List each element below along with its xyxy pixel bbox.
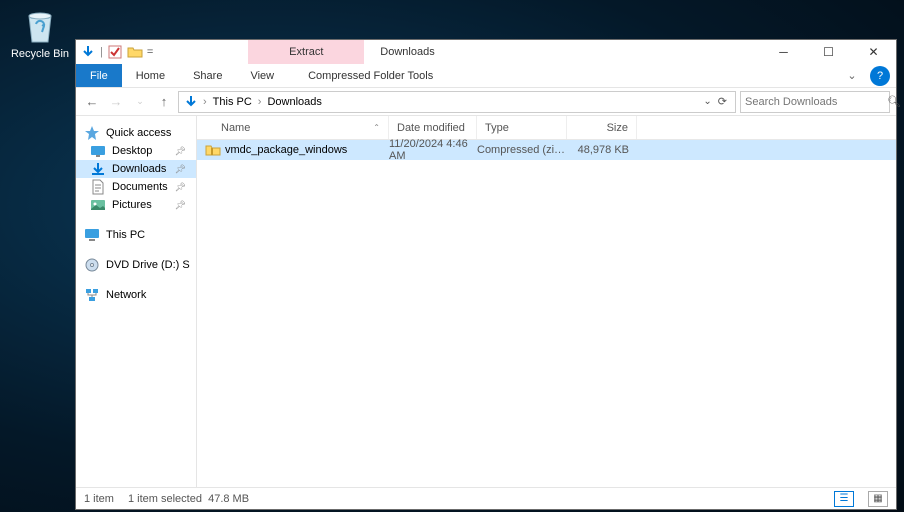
sidebar: Quick access Desktop 📌︎ Downloads 📌︎ Doc… bbox=[76, 116, 197, 487]
tab-file[interactable]: File bbox=[76, 64, 122, 87]
minimize-button[interactable]: ─ bbox=[761, 40, 806, 64]
tab-share[interactable]: Share bbox=[179, 64, 236, 87]
tab-home[interactable]: Home bbox=[122, 64, 179, 87]
sidebar-quick-access[interactable]: Quick access bbox=[76, 124, 196, 142]
sort-asc-icon: ⌃ bbox=[373, 123, 380, 132]
checkbox-icon[interactable] bbox=[107, 44, 123, 60]
sidebar-this-pc[interactable]: This PC bbox=[76, 226, 196, 244]
sidebar-label: Desktop bbox=[112, 145, 152, 157]
document-icon bbox=[90, 179, 106, 195]
help-icon[interactable]: ? bbox=[870, 66, 890, 86]
status-selection: 1 item selected 47.8 MB bbox=[128, 493, 249, 505]
sidebar-network[interactable]: Network bbox=[76, 286, 196, 304]
status-item-count: 1 item bbox=[84, 493, 114, 505]
contextual-tab-extract[interactable]: Extract bbox=[248, 40, 364, 64]
sidebar-downloads[interactable]: Downloads 📌︎ bbox=[76, 160, 196, 178]
breadcrumb[interactable]: › This PC › Downloads ⌄ ⟳ bbox=[178, 91, 736, 113]
file-list: Name⌃ Date modified Type Size vmdc_packa… bbox=[197, 116, 896, 487]
pin-icon: 📌︎ bbox=[175, 200, 186, 211]
recycle-bin[interactable]: Recycle Bin bbox=[2, 0, 78, 60]
network-icon bbox=[84, 287, 100, 303]
col-date[interactable]: Date modified bbox=[389, 116, 477, 139]
ribbon: File Home Share View Compressed Folder T… bbox=[76, 64, 896, 88]
sidebar-desktop[interactable]: Desktop 📌︎ bbox=[76, 142, 196, 160]
recycle-bin-icon bbox=[19, 4, 61, 46]
back-button[interactable]: ← bbox=[82, 92, 102, 112]
column-headers: Name⌃ Date modified Type Size bbox=[197, 116, 896, 140]
file-date: 11/20/2024 4:46 AM bbox=[389, 138, 477, 162]
forward-button[interactable]: → bbox=[106, 92, 126, 112]
star-icon bbox=[84, 125, 100, 141]
sidebar-label: Downloads bbox=[112, 163, 166, 175]
sidebar-pictures[interactable]: Pictures 📌︎ bbox=[76, 196, 196, 214]
tab-view[interactable]: View bbox=[236, 64, 288, 87]
status-bar: 1 item 1 item selected 47.8 MB ☰ ▦ bbox=[76, 487, 896, 509]
explorer-window: | = Extract Downloads ─ ☐ ✕ File Home Sh… bbox=[75, 39, 897, 510]
close-button[interactable]: ✕ bbox=[851, 40, 896, 64]
col-name[interactable]: Name⌃ bbox=[197, 116, 389, 139]
address-bar: ← → ⌄ ↑ › This PC › Downloads ⌄ ⟳ 🔍︎ bbox=[76, 88, 896, 116]
maximize-button[interactable]: ☐ bbox=[806, 40, 851, 64]
pin-icon: 📌︎ bbox=[175, 182, 186, 193]
file-name: vmdc_package_windows bbox=[225, 144, 347, 156]
file-row[interactable]: vmdc_package_windows 11/20/2024 4:46 AM … bbox=[197, 140, 896, 160]
pin-icon: 📌︎ bbox=[175, 146, 186, 157]
col-size[interactable]: Size bbox=[567, 116, 637, 139]
file-size: 48,978 KB bbox=[567, 144, 629, 156]
sidebar-label: DVD Drive (D:) SSS_X6 bbox=[106, 259, 190, 271]
sidebar-label: Pictures bbox=[112, 199, 152, 211]
zip-icon bbox=[205, 142, 221, 158]
pin-icon: 📌︎ bbox=[175, 164, 186, 175]
recycle-bin-label: Recycle Bin bbox=[2, 48, 78, 60]
down-arrow-icon[interactable] bbox=[80, 44, 96, 60]
col-type[interactable]: Type bbox=[477, 116, 567, 139]
ribbon-collapse-icon[interactable]: ⌄ bbox=[840, 64, 864, 87]
sidebar-dvd[interactable]: DVD Drive (D:) SSS_X6 bbox=[76, 256, 196, 274]
pictures-icon bbox=[90, 197, 106, 213]
sidebar-label: Network bbox=[106, 289, 146, 301]
chevron-right-icon[interactable]: › bbox=[201, 96, 209, 108]
refresh-icon[interactable]: ⟳ bbox=[714, 95, 731, 108]
disc-icon bbox=[84, 257, 100, 273]
sidebar-label: Quick access bbox=[106, 127, 171, 139]
search-box[interactable]: 🔍︎ bbox=[740, 91, 890, 113]
file-type: Compressed (zipp... bbox=[477, 144, 567, 156]
titlebar: | = Extract Downloads ─ ☐ ✕ bbox=[76, 40, 896, 64]
window-title: Downloads bbox=[364, 40, 434, 64]
tab-compressed-tools[interactable]: Compressed Folder Tools bbox=[294, 64, 447, 87]
sidebar-documents[interactable]: Documents 📌︎ bbox=[76, 178, 196, 196]
qat-separator: | bbox=[100, 46, 103, 58]
pc-icon bbox=[84, 227, 100, 243]
crumb-downloads[interactable]: Downloads bbox=[265, 96, 323, 108]
address-dropdown-icon[interactable]: ⌄ bbox=[703, 96, 711, 107]
quick-access-toolbar: | = bbox=[76, 40, 153, 64]
download-icon bbox=[90, 161, 106, 177]
folder-icon[interactable] bbox=[127, 44, 143, 60]
crumb-this-pc[interactable]: This PC bbox=[211, 96, 254, 108]
details-view-button[interactable]: ☰ bbox=[834, 491, 854, 507]
sidebar-label: Documents bbox=[112, 181, 168, 193]
recent-dropdown-icon[interactable]: ⌄ bbox=[130, 92, 150, 112]
search-input[interactable] bbox=[745, 96, 887, 108]
desktop-icon bbox=[90, 143, 106, 159]
sidebar-label: This PC bbox=[106, 229, 145, 241]
thumbnails-view-button[interactable]: ▦ bbox=[868, 491, 888, 507]
up-button[interactable]: ↑ bbox=[154, 92, 174, 112]
chevron-right-icon[interactable]: › bbox=[256, 96, 264, 108]
search-icon[interactable]: 🔍︎ bbox=[887, 95, 901, 108]
down-arrow-small-icon bbox=[183, 94, 199, 110]
